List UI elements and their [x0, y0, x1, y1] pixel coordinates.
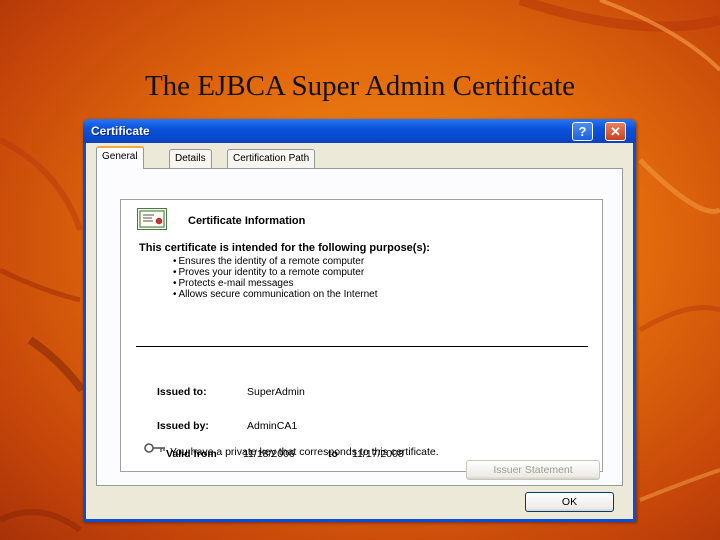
list-item: Protects e-mail messages	[173, 278, 378, 289]
issued-to-value: SuperAdmin	[247, 386, 305, 398]
list-item: Allows secure communication on the Inter…	[173, 289, 378, 300]
certificate-info-heading: Certificate Information	[188, 215, 306, 227]
tab-details[interactable]: Details	[169, 149, 212, 168]
tab-general[interactable]: General	[96, 146, 144, 169]
certificate-icon	[137, 208, 167, 230]
issuer-statement-button[interactable]: Issuer Statement	[466, 460, 600, 480]
close-button[interactable]: ✕	[605, 122, 626, 141]
ok-button[interactable]: OK	[525, 492, 614, 512]
tab-panel-general: Certificate Information This certificate…	[96, 168, 623, 486]
list-item: Proves your identity to a remote compute…	[173, 267, 378, 278]
certificate-dialog: Certificate ? ✕ General Details Certific…	[83, 119, 636, 522]
dialog-titlebar[interactable]: Certificate ? ✕	[83, 119, 636, 143]
divider	[136, 346, 588, 347]
certificate-info-box: Certificate Information This certificate…	[120, 199, 603, 472]
issued-to-label: Issued to:	[157, 386, 207, 398]
help-button[interactable]: ?	[572, 122, 593, 141]
dialog-title: Certificate	[91, 124, 150, 138]
tab-certification-path[interactable]: Certification Path	[227, 149, 316, 168]
slide-title: The EJBCA Super Admin Certificate	[144, 70, 576, 102]
purpose-list: Ensures the identity of a remote compute…	[173, 256, 378, 300]
list-item: Ensures the identity of a remote compute…	[173, 256, 378, 267]
issued-by-label: Issued by:	[157, 420, 209, 432]
private-key-note: You have a private key that corresponds …	[170, 446, 439, 458]
dialog-client-area: General Details Certification Path Certi…	[86, 143, 633, 519]
key-icon	[144, 443, 165, 453]
purpose-heading: This certificate is intended for the fol…	[139, 242, 430, 254]
issued-by-value: AdminCA1	[247, 420, 298, 432]
